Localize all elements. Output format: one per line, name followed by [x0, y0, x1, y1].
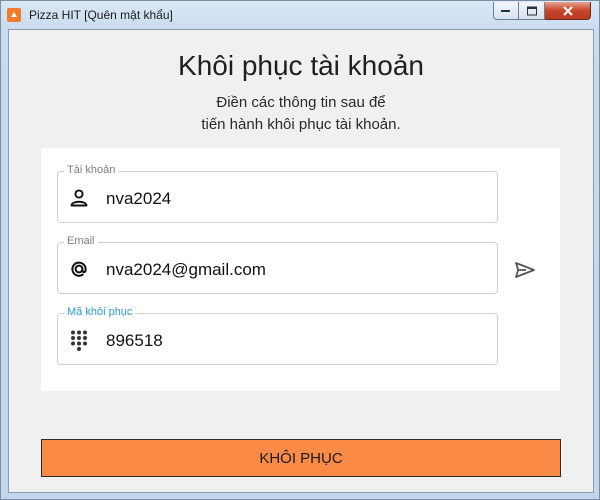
recovery-code-input[interactable]: 896518 [106, 331, 163, 351]
minimize-button[interactable] [493, 2, 519, 20]
recovery-form: Tài khoản nva2024 Email nva2024@gmail.co… [41, 148, 560, 391]
email-field[interactable]: Email nva2024@gmail.com [57, 235, 498, 294]
close-icon [562, 5, 573, 16]
subtitle-line-2: tiến hành khôi phục tài khoản. [201, 116, 401, 133]
person-icon [68, 187, 90, 209]
minimize-icon [501, 9, 510, 12]
window-client-area: Khôi phục tài khoản Điền các thông tin s… [8, 29, 594, 493]
app-window: Pizza HIT [Quên mật khẩu] Khôi phục tài … [0, 0, 600, 500]
title-bar[interactable]: Pizza HIT [Quên mật khẩu] [1, 1, 599, 29]
page-title: Khôi phục tài khoản [178, 50, 424, 81]
maximize-button[interactable] [519, 2, 545, 20]
pizza-app-icon[interactable] [7, 8, 21, 22]
recovery-code-field[interactable]: Mã khôi phục 896518 [57, 306, 498, 365]
close-button[interactable] [545, 2, 591, 20]
email-input[interactable]: nva2024@gmail.com [106, 260, 266, 280]
recover-button[interactable]: KHÔI PHỤC [41, 439, 561, 477]
window-title: Pizza HIT [Quên mật khẩu] [29, 8, 173, 22]
send-code-button[interactable] [513, 258, 537, 282]
dialpad-icon [68, 329, 90, 351]
account-field[interactable]: Tài khoản nva2024 [57, 164, 498, 223]
account-input[interactable]: nva2024 [106, 189, 171, 209]
maximize-icon [526, 6, 537, 15]
at-icon [68, 258, 90, 280]
page-subtitle: Điền các thông tin sau để tiến hành khôi… [9, 92, 593, 136]
send-icon [515, 262, 535, 278]
subtitle-line-1: Điền các thông tin sau để [216, 94, 386, 111]
email-field-label: Email [64, 235, 98, 247]
recovery-code-label: Mã khôi phục [64, 306, 136, 318]
account-field-label: Tài khoản [64, 164, 119, 176]
